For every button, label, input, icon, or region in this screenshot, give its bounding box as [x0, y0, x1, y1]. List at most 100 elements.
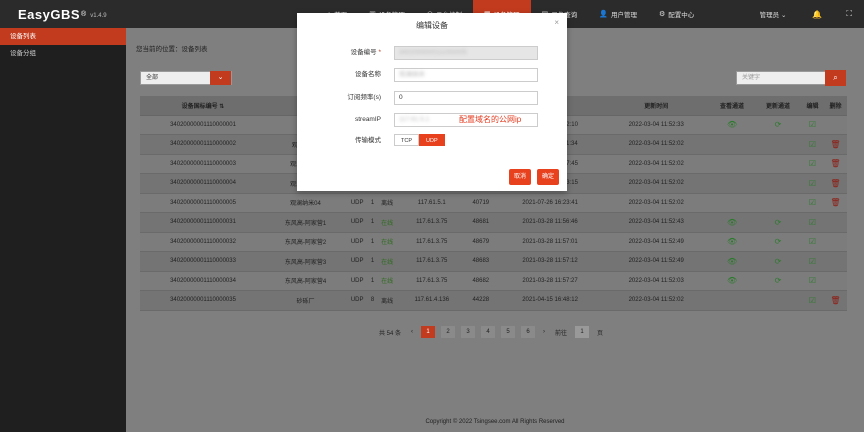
cell-view: 👁 — [709, 115, 756, 135]
cancel-button[interactable]: 取消 — [509, 169, 531, 185]
device-name-field[interactable]: 观澜纳米 — [394, 68, 538, 82]
table-header-cell[interactable]: 设备国标编号 ⇅ — [140, 96, 266, 116]
trash-icon[interactable]: 🗑 — [830, 159, 840, 168]
cell-proto: UDP — [345, 271, 370, 291]
cell-id: 34020000001110000033 — [140, 251, 266, 272]
nav-item-user[interactable]: 👤 用户管理 — [588, 0, 648, 28]
eye-icon[interactable]: 👁 — [727, 276, 737, 285]
app-logo[interactable]: EasyGBS ® v1.4.9 — [0, 0, 126, 28]
gear-icon: ⚙ — [658, 11, 666, 18]
cell-edit: ☑ — [800, 271, 824, 291]
edit-icon[interactable]: ☑ — [809, 159, 816, 168]
cell-upd: 2022-03-04 11:52:02 — [603, 154, 710, 174]
pager-prev[interactable]: ‹ — [411, 329, 413, 335]
edit-icon[interactable]: ☑ — [809, 276, 816, 285]
cell-refresh: ⟳ — [755, 212, 801, 233]
streamip-field[interactable]: 117.61.5.1 配置域名的公网ip — [394, 113, 538, 127]
cell-name: 东风高-阿家营3 — [265, 251, 346, 272]
form-row-streamip: streamIP 117.61.5.1 配置域名的公网ip — [297, 113, 567, 127]
refresh-icon[interactable]: ⟳ — [775, 120, 782, 129]
app-version: v1.4.9 — [90, 13, 107, 19]
eye-icon[interactable]: 👁 — [727, 257, 737, 266]
trash-icon[interactable]: 🗑 — [830, 198, 840, 207]
pager-unit: 页 — [597, 330, 604, 337]
edit-icon[interactable]: ☑ — [809, 198, 816, 207]
cell-proto: UDP — [345, 193, 370, 213]
user-icon: 👤 — [599, 11, 608, 18]
subscribe-freq-field[interactable]: 0 — [394, 91, 538, 105]
nav-item-config[interactable]: ⚙ 配置中心 — [648, 0, 705, 28]
user-menu[interactable]: 管理员 ⌄ — [746, 9, 801, 19]
cell-upd: 2022-03-04 11:52:02 — [603, 193, 710, 213]
pager-page[interactable]: 1 — [421, 326, 436, 338]
refresh-icon[interactable]: ⟳ — [775, 276, 782, 285]
app-reg-mark: ® — [81, 10, 87, 18]
fullscreen-icon[interactable]: ⛶ — [834, 9, 864, 19]
cell-ip: 117.61.4.136 — [398, 290, 465, 311]
edit-icon[interactable]: ☑ — [809, 257, 816, 266]
trash-icon[interactable]: 🗑 — [830, 140, 840, 149]
cell-upd: 2022-03-04 11:52:03 — [603, 271, 710, 291]
search-icon[interactable]: ⌕ — [825, 70, 846, 86]
cell-refresh: ⟳ — [755, 251, 801, 272]
cell-edit: ☑ — [800, 173, 824, 194]
refresh-icon[interactable]: ⟳ — [775, 218, 782, 227]
sidebar-item-device-list[interactable]: 设备列表 — [0, 28, 126, 45]
eye-icon[interactable]: 👁 — [727, 237, 737, 246]
cell-name: 东风高-阿家营4 — [265, 271, 346, 291]
chevron-down-icon[interactable]: ⌄ — [210, 71, 231, 85]
eye-icon[interactable]: 👁 — [727, 120, 737, 129]
form-row-mode: 传输模式 TCP UDP — [297, 134, 567, 148]
pager-page[interactable]: 2 — [441, 326, 456, 338]
trash-icon[interactable]: 🗑 — [830, 179, 840, 188]
pager-page[interactable]: 4 — [481, 326, 496, 338]
confirm-button[interactable]: 确定 — [537, 169, 559, 185]
sidebar-item-device-group[interactable]: 设备分组 — [0, 45, 126, 62]
streamip-hint: 配置域名的公网ip — [459, 115, 522, 124]
trash-icon[interactable]: 🗑 — [830, 296, 840, 305]
edit-icon[interactable]: ☑ — [809, 120, 816, 129]
table-row: 34020000001110000034 东风高-阿家营4 UDP 1 在线 117.61… — [140, 271, 847, 291]
eye-icon[interactable]: 👁 — [727, 218, 737, 227]
pager-next[interactable]: › — [543, 329, 545, 335]
refresh-icon[interactable]: ⟳ — [775, 237, 782, 246]
table-row: 34020000001110000033 东风高-阿家营3 UDP 1 在线 117.61… — [140, 251, 847, 272]
search-input[interactable]: 关键字 — [736, 71, 830, 85]
edit-icon[interactable]: ☑ — [809, 140, 816, 149]
form-row-freq: 订阅频率(s) 0 — [297, 91, 567, 105]
table-header-cell: 更新时间 — [603, 96, 710, 116]
form-row-device-no: 设备编号 * 3402000000111000005 — [297, 46, 567, 60]
mode-tcp-button[interactable]: TCP — [394, 134, 419, 146]
footer: Copyright © 2022 Tsingsee.com All Rights… — [425, 419, 565, 425]
device-no-label: 设备编号 * — [350, 49, 381, 56]
pager-page[interactable]: 5 — [501, 326, 516, 338]
cell-del: 🗑 — [823, 154, 847, 174]
cell-refresh — [755, 173, 801, 194]
cell-view: 👁 — [709, 212, 756, 233]
cell-proto: UDP — [345, 232, 370, 252]
cell-upd: 2022-03-04 11:52:49 — [603, 251, 710, 272]
cell-upd: 2022-03-04 11:52:02 — [603, 173, 710, 194]
cell-del: 🗑 — [823, 290, 847, 311]
refresh-icon[interactable]: ⟳ — [775, 257, 782, 266]
cell-edit: ☑ — [800, 154, 824, 174]
cell-id: 34020000001110000004 — [140, 173, 266, 194]
bell-icon[interactable]: 🔔 — [800, 10, 834, 19]
edit-icon[interactable]: ☑ — [809, 218, 816, 227]
edit-icon[interactable]: ☑ — [809, 296, 816, 305]
cell-edit: ☑ — [800, 193, 824, 213]
cell-upd: 2022-03-04 11:52:33 — [603, 115, 710, 135]
pager-page[interactable]: 6 — [521, 326, 536, 338]
close-icon[interactable]: × — [554, 18, 559, 27]
mode-udp-button[interactable]: UDP — [419, 134, 445, 146]
subscribe-freq-label: 订阅频率(s) — [347, 94, 381, 101]
edit-icon[interactable]: ☑ — [809, 179, 816, 188]
cell-status: 在线 — [375, 232, 399, 252]
pager-goto-input[interactable]: 1 — [575, 326, 590, 338]
pager-page[interactable]: 3 — [461, 326, 476, 338]
streamip-label: streamIP — [354, 116, 381, 123]
edit-icon[interactable]: ☑ — [809, 237, 816, 246]
form-row-name: 设备名称 观澜纳米 — [297, 68, 567, 82]
cell-id: 34020000001110000034 — [140, 271, 266, 291]
cell-status: 离线 — [375, 193, 399, 213]
